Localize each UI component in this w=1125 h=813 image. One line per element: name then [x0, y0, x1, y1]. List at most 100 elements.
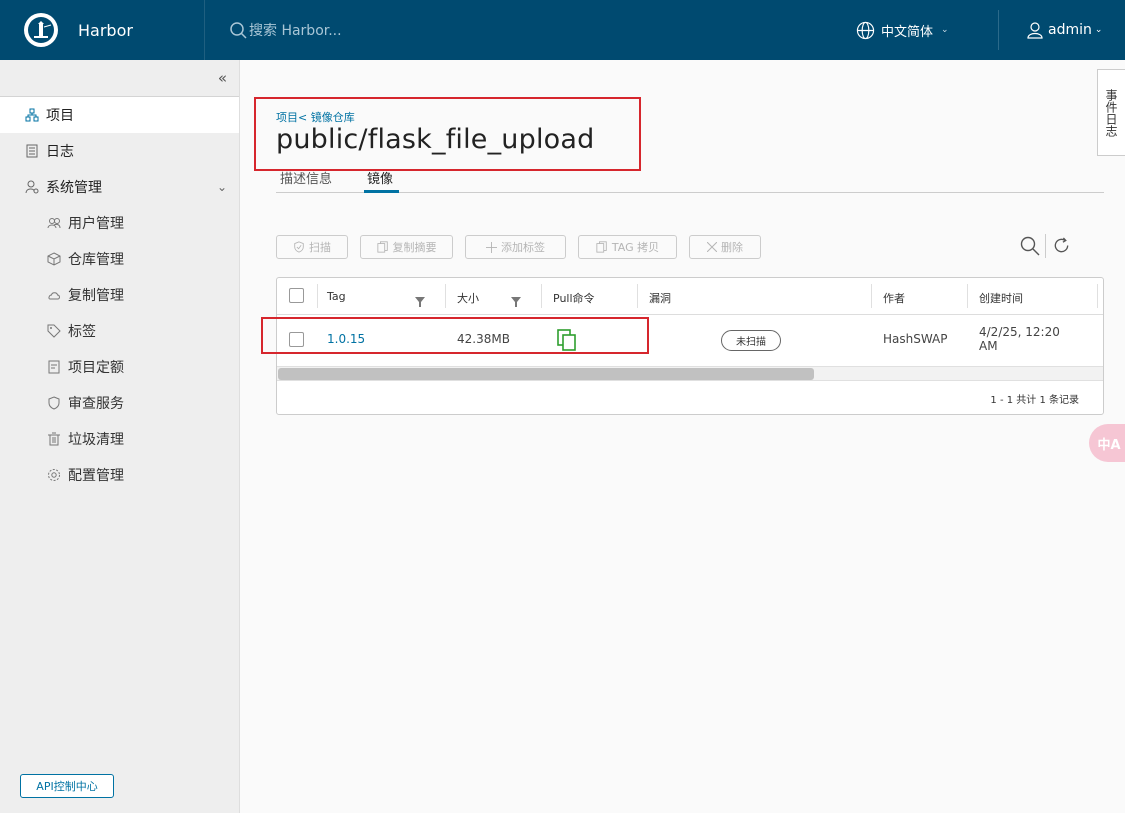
user-icon [1027, 22, 1043, 39]
translate-icon[interactable]: 中A [1089, 424, 1125, 462]
brand[interactable]: Harbor [0, 0, 205, 60]
copy-icon [596, 241, 608, 253]
column-header-size[interactable]: 大小 [457, 290, 479, 306]
sidebar-item-project-quotas[interactable]: 项目定额 [0, 349, 239, 385]
event-log-drawer-toggle[interactable]: 事件日志 [1097, 69, 1125, 156]
column-separator [541, 284, 542, 308]
username: admin [1048, 22, 1092, 38]
table-header: Tag 大小 Pull命令 漏洞 作者 创建时间 [277, 278, 1103, 315]
sidebar-item-label: 项目 [46, 108, 74, 124]
api-explorer-button[interactable]: API控制中心 [20, 774, 114, 798]
creation-time-line2: AM [979, 339, 998, 353]
globe-icon [856, 21, 875, 39]
close-icon [707, 242, 717, 252]
filter-icon[interactable] [415, 292, 425, 311]
sidebar-item-label: 日志 [46, 144, 74, 160]
sidebar-item-label: 系统管理 [46, 180, 102, 196]
gear-icon [46, 467, 62, 483]
horizontal-scrollbar[interactable] [277, 366, 1103, 381]
sidebar-item-label: 垃圾清理 [68, 432, 124, 448]
chevron-down-icon: ⌄ [941, 25, 949, 35]
scan-button[interactable]: 扫描 [276, 235, 348, 259]
sidebar-item-label: 配置管理 [68, 468, 124, 484]
projects-icon [24, 107, 40, 123]
sidebar-item-registries[interactable]: 仓库管理 [0, 241, 239, 277]
active-tab-indicator [364, 190, 399, 193]
pagination-summary: 1 - 1 共计 1 条记录 [990, 395, 1079, 406]
copy-icon [376, 241, 389, 253]
select-all-checkbox[interactable] [289, 288, 304, 303]
refresh-icon[interactable] [1052, 236, 1071, 259]
sidebar: « 项目 日志 系统管理 ⌄ 用户管理 仓库管理 复制管理 标签 项目定额 审查… [0, 60, 240, 813]
column-header-pull-command: Pull命令 [553, 292, 595, 305]
logs-icon [24, 143, 40, 159]
harbor-logo-icon [24, 13, 58, 47]
vulnerability-status-badge: 未扫描 [721, 330, 781, 351]
sidebar-item-label: 仓库管理 [68, 252, 124, 268]
add-label-button[interactable]: 添加标签 [465, 235, 566, 259]
creation-time-value: 4/2/25, 12:20 AM [979, 325, 1060, 353]
copy-digest-button[interactable]: 复制摘要 [360, 235, 453, 259]
sidebar-item-logs[interactable]: 日志 [0, 133, 239, 169]
collapse-sidebar-button[interactable]: « [0, 60, 239, 97]
column-separator [967, 284, 968, 308]
author-value: HashSWAP [883, 332, 948, 346]
registry-icon [46, 251, 62, 267]
sidebar-item-label: 复制管理 [68, 288, 124, 304]
admin-icon [24, 179, 40, 195]
header-divider [998, 10, 999, 50]
sidebar-item-labels[interactable]: 标签 [0, 313, 239, 349]
tag-icon [46, 323, 62, 339]
language-selector[interactable]: 中文简体 ⌄ [856, 0, 949, 60]
column-separator [445, 284, 446, 308]
shield-icon [46, 395, 62, 411]
copy-digest-label: 复制摘要 [392, 241, 437, 254]
add-label-label: 添加标签 [501, 241, 545, 254]
column-header-creation-time[interactable]: 创建时间 [979, 290, 1023, 306]
user-menu[interactable]: admin ⌄ [1026, 0, 1102, 60]
sidebar-item-projects[interactable]: 项目 [0, 97, 239, 133]
column-header-tag[interactable]: Tag [327, 290, 346, 303]
highlight-box [254, 97, 641, 171]
filter-icon[interactable] [511, 292, 521, 311]
row-highlight-box [261, 317, 649, 354]
language-label: 中文简体 [881, 24, 934, 40]
tag-copy-button[interactable]: TAG 拷贝 [578, 235, 677, 259]
trash-icon [46, 431, 62, 447]
sidebar-item-interrogation-services[interactable]: 审查服务 [0, 385, 239, 421]
users-icon [46, 215, 62, 231]
chevron-down-icon: ⌄ [1094, 25, 1103, 35]
tab-images[interactable]: 镜像 [367, 168, 393, 187]
sidebar-item-replication[interactable]: 复制管理 [0, 277, 239, 313]
search-placeholder: 搜索 Harbor... [249, 23, 342, 39]
column-separator [317, 284, 318, 308]
top-header: Harbor 搜索 Harbor... 中文简体 ⌄ admin ⌄ [0, 0, 1125, 60]
sidebar-item-system-admin[interactable]: 系统管理 ⌄ [0, 169, 239, 205]
sidebar-item-label: 标签 [68, 324, 96, 340]
sidebar-item-garbage-collection[interactable]: 垃圾清理 [0, 421, 239, 457]
tab-bar: 描述信息 镜像 [276, 166, 1104, 193]
shield-icon [293, 241, 305, 253]
scan-label: 扫描 [309, 241, 331, 254]
column-separator [637, 284, 638, 308]
chevron-down-icon: ⌄ [216, 180, 227, 194]
sidebar-item-configuration[interactable]: 配置管理 [0, 457, 239, 493]
sidebar-item-label: 项目定额 [68, 360, 124, 376]
tab-info[interactable]: 描述信息 [280, 168, 332, 187]
global-search[interactable]: 搜索 Harbor... [229, 20, 529, 40]
search-icon [230, 22, 247, 39]
toolbar-divider [1045, 234, 1046, 258]
column-header-vulnerabilities: 漏洞 [649, 292, 671, 305]
app-name: Harbor [78, 20, 133, 40]
double-chevron-left-icon: « [217, 69, 227, 87]
tag-copy-label: TAG 拷贝 [611, 241, 660, 254]
column-separator [871, 284, 872, 308]
delete-button[interactable]: 删除 [689, 235, 761, 259]
sidebar-item-users[interactable]: 用户管理 [0, 205, 239, 241]
replication-icon [46, 287, 62, 303]
column-header-author: 作者 [883, 292, 905, 305]
scrollbar-thumb[interactable] [278, 368, 814, 380]
sidebar-item-label: 审查服务 [68, 396, 124, 412]
search-icon[interactable] [1020, 236, 1040, 260]
column-separator [1097, 284, 1098, 308]
